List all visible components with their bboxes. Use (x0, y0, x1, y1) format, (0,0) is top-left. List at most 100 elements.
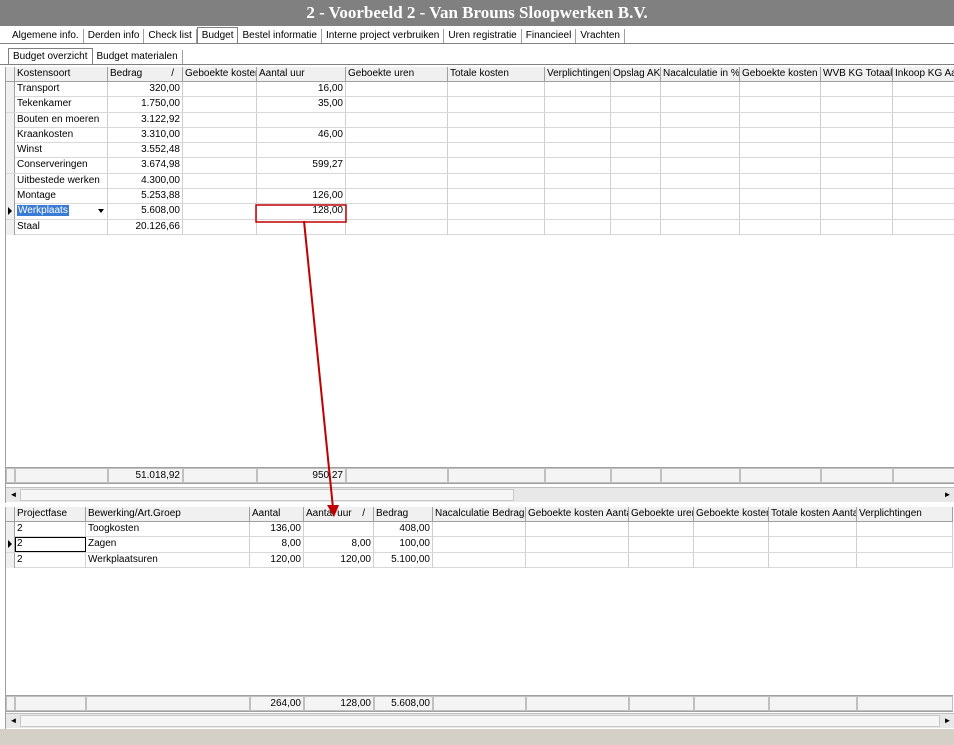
empty-cell[interactable] (694, 537, 769, 553)
empty-cell[interactable] (821, 127, 893, 143)
kostensoort-cell[interactable]: Kraankosten (15, 127, 108, 143)
empty-cell[interactable] (821, 97, 893, 113)
bedrag-cell[interactable]: 4.300,00 (108, 173, 183, 189)
empty-cell[interactable] (448, 82, 545, 97)
empty-cell[interactable] (526, 552, 629, 568)
empty-cell[interactable] (661, 143, 740, 159)
table-row[interactable]: 2 Werkplaatsuren 120,00 120,00 5.100,00 (6, 552, 953, 568)
empty-cell[interactable] (346, 97, 448, 113)
bedrag-cell[interactable]: 3.674,98 (108, 158, 183, 174)
empty-cell[interactable] (526, 522, 629, 537)
table-row[interactable]: Uitbestede werken 4.300,00 (6, 173, 954, 190)
aantal-uur-cell[interactable]: 128,00 (257, 204, 346, 220)
aantal-uur-cell[interactable] (257, 219, 346, 235)
empty-cell[interactable] (346, 112, 448, 128)
fase-cell[interactable]: 2 (15, 552, 86, 568)
empty-cell[interactable] (893, 128, 954, 143)
empty-cell[interactable] (661, 112, 740, 128)
empty-cell[interactable] (545, 112, 611, 128)
empty-cell[interactable] (893, 143, 954, 158)
bedrag-cell[interactable]: 3.310,00 (108, 127, 183, 143)
scroll-left-icon[interactable]: ◄ (7, 489, 20, 501)
scroll-thumb[interactable] (20, 715, 940, 727)
empty-cell[interactable] (611, 127, 661, 143)
tab-uren-registratie[interactable]: Uren registratie (444, 29, 522, 44)
kostensoort-cell[interactable]: Winst (15, 143, 108, 159)
aantal-uur-cell[interactable]: 599,27 (257, 158, 346, 174)
row-indicator[interactable] (6, 537, 15, 553)
tab-budget[interactable]: Budget (196, 27, 239, 44)
kostensoort-cell[interactable]: Montage (15, 189, 108, 205)
column-header[interactable]: Bedrag / (108, 67, 183, 82)
empty-cell[interactable] (183, 204, 257, 220)
empty-cell[interactable] (740, 173, 821, 189)
empty-cell[interactable] (661, 82, 740, 97)
kostensoort-cell[interactable]: Uitbestede werken (15, 173, 108, 189)
table-row[interactable]: Transport 320,00 16,00 (6, 82, 954, 98)
tab-algemene-info[interactable]: Algemene info. (8, 29, 84, 44)
empty-cell[interactable] (740, 127, 821, 143)
budget-grid-hscrollbar[interactable]: ◄ ► (6, 487, 954, 502)
empty-cell[interactable] (448, 219, 545, 235)
aantal-cell[interactable]: 8,00 (250, 537, 304, 553)
kostensoort-cell[interactable]: Conserveringen (15, 158, 108, 174)
empty-cell[interactable] (448, 158, 545, 174)
tab-interne-project-verbruiken[interactable]: Interne project verbruiken (322, 29, 445, 44)
kostensoort-cell[interactable]: Bouten en moeren (15, 112, 108, 128)
column-header[interactable]: WVB KG Totaal (821, 67, 893, 82)
empty-cell[interactable] (769, 522, 857, 537)
empty-cell[interactable] (545, 127, 611, 143)
empty-cell[interactable] (611, 82, 661, 97)
aantal-uur-cell[interactable]: 35,00 (257, 97, 346, 113)
empty-cell[interactable] (769, 537, 857, 553)
subtab-budget-overzicht[interactable]: Budget overzicht (8, 48, 93, 65)
empty-cell[interactable] (893, 189, 954, 204)
row-indicator[interactable] (6, 173, 15, 189)
empty-cell[interactable] (545, 219, 611, 235)
empty-cell[interactable] (448, 112, 545, 128)
kostensoort-cell[interactable]: Transport (15, 82, 108, 97)
groep-cell[interactable]: Zagen (86, 537, 250, 553)
empty-cell[interactable] (821, 173, 893, 189)
column-header[interactable]: Opslag AK. (611, 67, 661, 82)
column-header[interactable]: Aantal (250, 507, 304, 522)
empty-cell[interactable] (611, 204, 661, 220)
column-header[interactable]: Kostensoort (15, 67, 108, 82)
column-header[interactable]: Verplichtingen (545, 67, 611, 82)
empty-cell[interactable] (183, 158, 257, 174)
empty-cell[interactable] (740, 143, 821, 159)
bedrag-cell[interactable]: 5.100,00 (374, 552, 433, 568)
empty-cell[interactable] (661, 219, 740, 235)
empty-cell[interactable] (740, 219, 821, 235)
tab-derden-info[interactable]: Derden info (84, 29, 145, 44)
empty-cell[interactable] (346, 204, 448, 220)
scroll-left-icon[interactable]: ◄ (7, 715, 20, 727)
empty-cell[interactable] (694, 552, 769, 568)
table-row[interactable]: 2 Toogkosten 136,00 408,00 (6, 522, 953, 538)
empty-cell[interactable] (448, 97, 545, 113)
empty-cell[interactable] (857, 552, 953, 568)
aantal-uur-cell[interactable]: 46,00 (257, 127, 346, 143)
empty-cell[interactable] (346, 158, 448, 174)
empty-cell[interactable] (740, 112, 821, 128)
empty-cell[interactable] (694, 522, 769, 537)
empty-cell[interactable] (183, 189, 257, 205)
bedrag-cell[interactable]: 100,00 (374, 537, 433, 553)
empty-cell[interactable] (740, 97, 821, 113)
row-indicator[interactable] (6, 97, 15, 113)
empty-cell[interactable] (821, 158, 893, 174)
table-row[interactable]: 2 Zagen 8,00 8,00 100,00 (6, 537, 953, 553)
aantal-uur-cell[interactable] (304, 522, 374, 537)
aantal-cell[interactable]: 136,00 (250, 522, 304, 537)
empty-cell[interactable] (821, 204, 893, 220)
empty-cell[interactable] (821, 219, 893, 235)
empty-cell[interactable] (448, 127, 545, 143)
empty-cell[interactable] (857, 522, 953, 537)
empty-cell[interactable] (629, 537, 694, 553)
empty-cell[interactable] (893, 204, 954, 219)
empty-cell[interactable] (611, 97, 661, 113)
empty-cell[interactable] (857, 537, 953, 553)
groep-cell[interactable]: Toogkosten (86, 522, 250, 537)
empty-cell[interactable] (893, 158, 954, 173)
row-indicator[interactable] (6, 112, 15, 128)
